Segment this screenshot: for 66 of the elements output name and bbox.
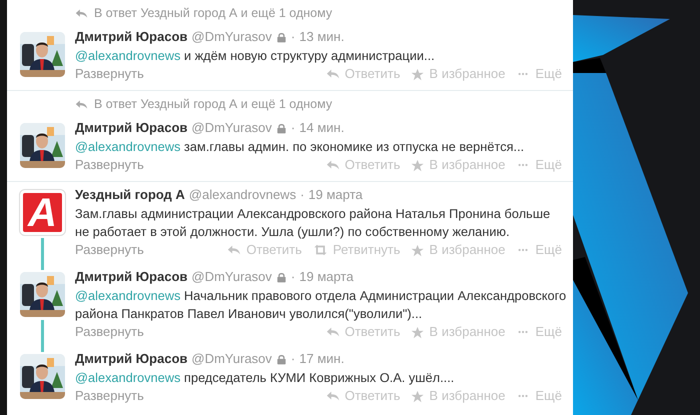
separator-dot: · [300, 187, 304, 203]
more-button[interactable]: Ещё [516, 388, 562, 404]
favorite-button[interactable]: В избранное [411, 242, 506, 258]
reply-icon [326, 67, 340, 81]
expand-link[interactable]: Развернуть [75, 66, 144, 82]
tweet-text: @alexandrovnews и ждём новую структуру администрации... [75, 47, 436, 65]
tweet-time[interactable]: 14 мин. [299, 120, 344, 136]
mention-link[interactable]: @alexandrovnews [75, 288, 180, 303]
reply-button[interactable]: Ответить [326, 66, 400, 82]
reply-icon [326, 158, 340, 172]
tweet-text: @alexandrovnews Начальник правового отдела Администрации Александровского района Панкратов Павел Иванович уволился("уволили")... [75, 287, 567, 323]
separator-dot: · [290, 120, 296, 136]
tweet-time[interactable]: 17 мин. [299, 351, 344, 367]
mention-link[interactable]: @alexandrovnews [75, 370, 180, 385]
author-handle[interactable]: @alexandrovnews [188, 187, 296, 203]
expand-link[interactable]: Развернуть [75, 242, 144, 258]
expand-link[interactable]: Развернуть [75, 324, 144, 340]
tweet-time[interactable]: 19 марта [308, 187, 363, 203]
author-name[interactable]: Уездный город А [75, 187, 185, 203]
reply-icon [75, 6, 88, 20]
star-icon [411, 68, 424, 80]
more-button[interactable]: Ещё [516, 242, 562, 258]
star-icon [411, 326, 424, 338]
reply-icon [326, 389, 340, 403]
reply-button[interactable]: Ответить [326, 324, 400, 340]
author-handle[interactable]: @DmYurasov [192, 29, 272, 45]
mention-link[interactable]: @alexandrovnews [75, 48, 180, 63]
tweet-text: @alexandrovnews зам.главы админ. по экономике из отпуска не вернётся... [75, 138, 526, 156]
more-button[interactable]: Ещё [516, 324, 562, 340]
star-icon [411, 244, 424, 256]
favorite-button[interactable]: В избранное [411, 388, 506, 404]
reply-icon [227, 243, 242, 257]
author-handle[interactable]: @DmYurasov [192, 351, 272, 367]
expand-link[interactable]: Развернуть [75, 157, 144, 173]
author-handle[interactable]: @DmYurasov [192, 269, 272, 285]
expand-link[interactable]: Развернуть [75, 388, 144, 404]
retweet-button[interactable]: Ретвитнуть [312, 242, 400, 258]
reply-icon [326, 325, 340, 339]
tweet-time[interactable]: 13 мин. [299, 29, 344, 45]
reply-button[interactable]: Ответить [227, 242, 302, 258]
star-icon [411, 158, 424, 172]
separator-dot: · [290, 29, 296, 45]
reply-icon [75, 98, 88, 110]
author-name[interactable]: Дмитрий Юрасов [75, 120, 188, 136]
tweet-text: Зам.главы администрации Александровского района Наталья Пронина больше не работает в этой должности. Ушла (ушли?) по собственному желанию. [75, 205, 552, 241]
separator-dot: · [290, 269, 296, 285]
author-name[interactable]: Дмитрий Юрасов [75, 269, 188, 285]
more-button[interactable]: Ещё [516, 66, 562, 82]
reply-button[interactable]: Ответить [326, 157, 400, 173]
reply-context[interactable]: В ответ Уездный город А и ещё 1 одному [94, 5, 332, 21]
reply-button[interactable]: Ответить [326, 388, 400, 404]
favorite-button[interactable]: В избранное [411, 66, 506, 82]
tweet-text: @alexandrovnews председатель КУМИ Коврижных О.А. ушёл.... [75, 369, 456, 387]
author-name[interactable]: Дмитрий Юрасов [75, 29, 188, 45]
favorite-button[interactable]: В избранное [411, 324, 506, 340]
author-handle[interactable]: @DmYurasov [192, 120, 272, 136]
tweet-time[interactable]: 19 марта [299, 269, 354, 285]
more-button[interactable]: Ещё [516, 157, 562, 173]
star-icon [411, 390, 424, 402]
reply-context[interactable]: В ответ Уездный город А и ещё 1 одному [94, 96, 332, 112]
logo-letter: А [28, 192, 57, 232]
author-name[interactable]: Дмитрий Юрасов [75, 351, 188, 367]
favorite-button[interactable]: В избранное [411, 157, 506, 173]
mention-link[interactable]: @alexandrovnews [75, 139, 180, 154]
retweet-icon [312, 243, 328, 257]
separator-dot: · [290, 351, 296, 367]
